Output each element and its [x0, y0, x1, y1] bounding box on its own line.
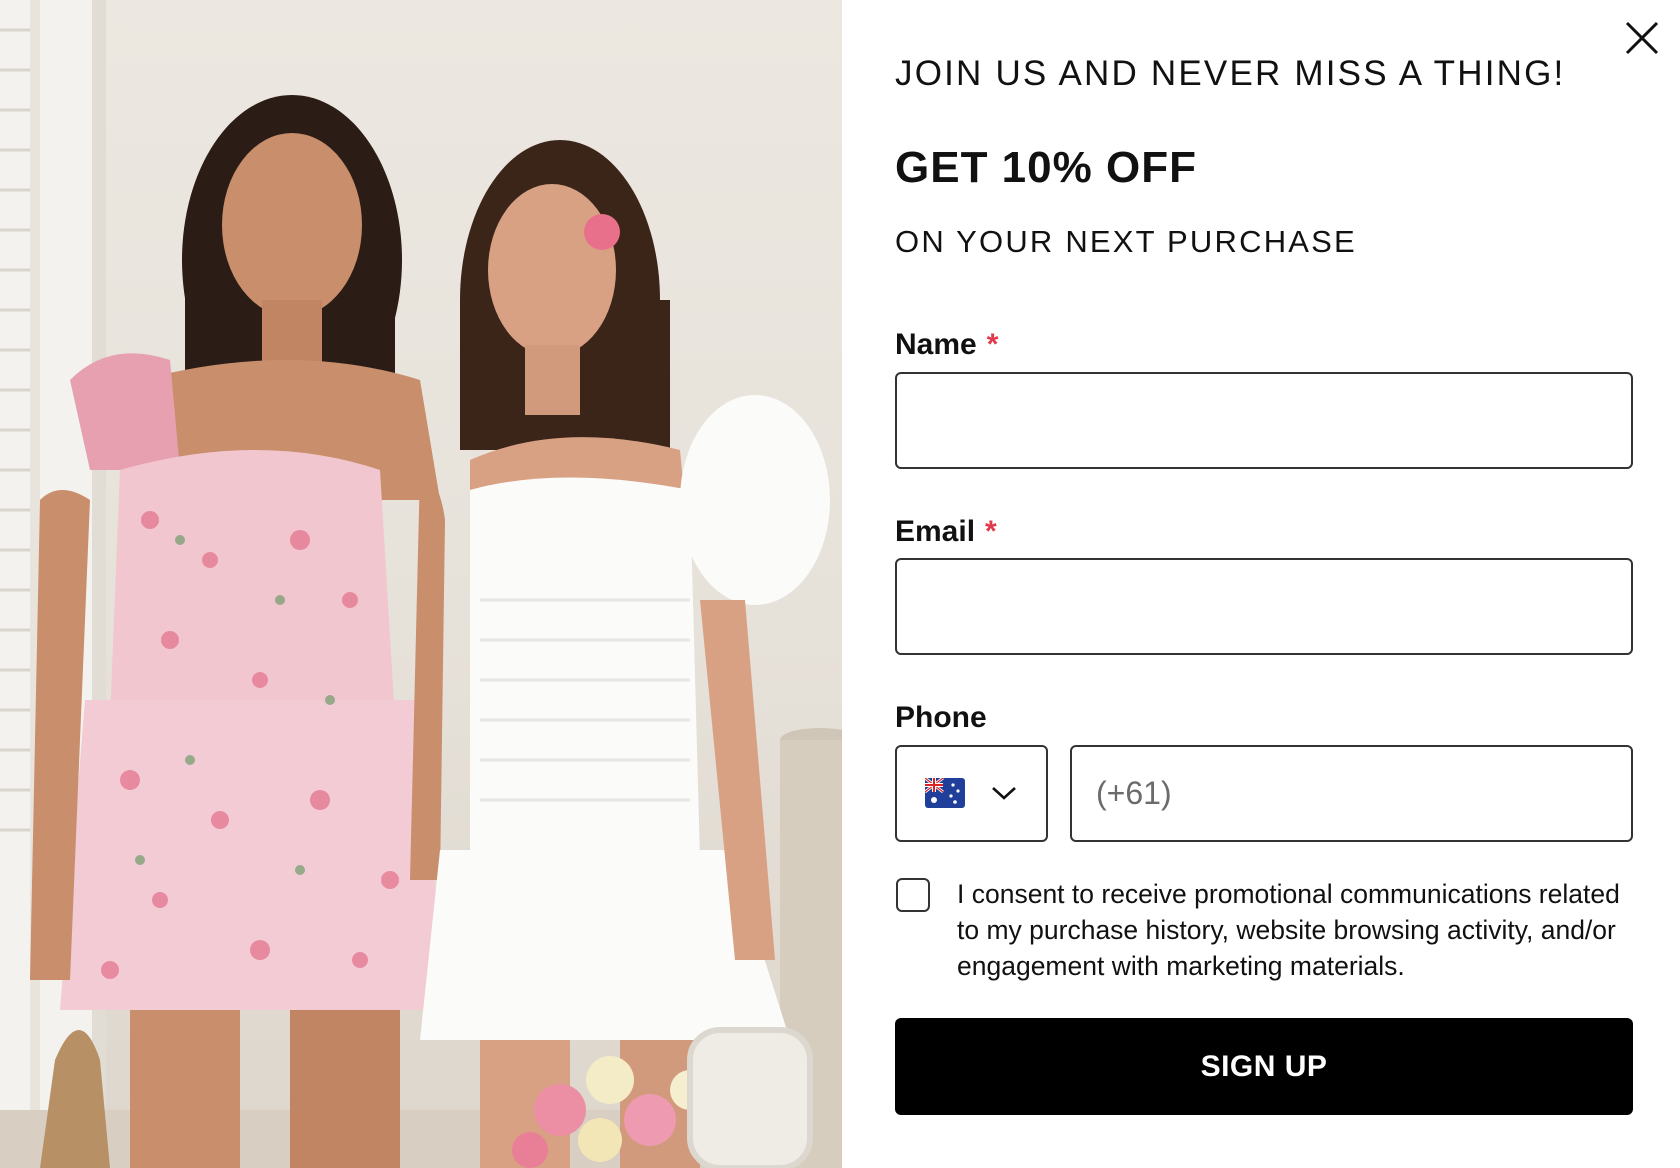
email-input[interactable]	[895, 558, 1633, 655]
name-input[interactable]	[895, 372, 1633, 469]
consent-text: I consent to receive promotional communi…	[957, 879, 1620, 981]
email-label-text: Email	[895, 515, 976, 548]
phone-label: Phone	[895, 701, 987, 734]
name-label-text: Name	[895, 328, 977, 361]
headline: JOIN US AND NEVER MISS A THING!	[895, 54, 1566, 93]
australia-flag-icon	[925, 778, 965, 808]
name-label: Name *	[895, 328, 998, 362]
offer-title: GET 10% OFF	[895, 143, 1197, 192]
offer-subtitle: ON YOUR NEXT PURCHASE	[895, 224, 1357, 259]
signup-modal: JOIN US AND NEVER MISS A THING! GET 10% …	[0, 0, 1680, 1168]
name-required-marker: *	[986, 328, 999, 361]
sign-up-button[interactable]: SIGN UP	[895, 1018, 1633, 1115]
close-icon	[1625, 21, 1659, 55]
close-button[interactable]	[1620, 16, 1664, 60]
promo-photo-illustration	[0, 0, 842, 1168]
email-label: Email *	[895, 515, 997, 549]
promo-photo	[0, 0, 842, 1168]
phone-input[interactable]	[1070, 745, 1633, 842]
country-code-select[interactable]	[895, 745, 1048, 842]
consent-checkbox[interactable]	[896, 878, 930, 912]
email-required-marker: *	[985, 515, 997, 548]
chevron-down-icon	[992, 787, 1016, 800]
